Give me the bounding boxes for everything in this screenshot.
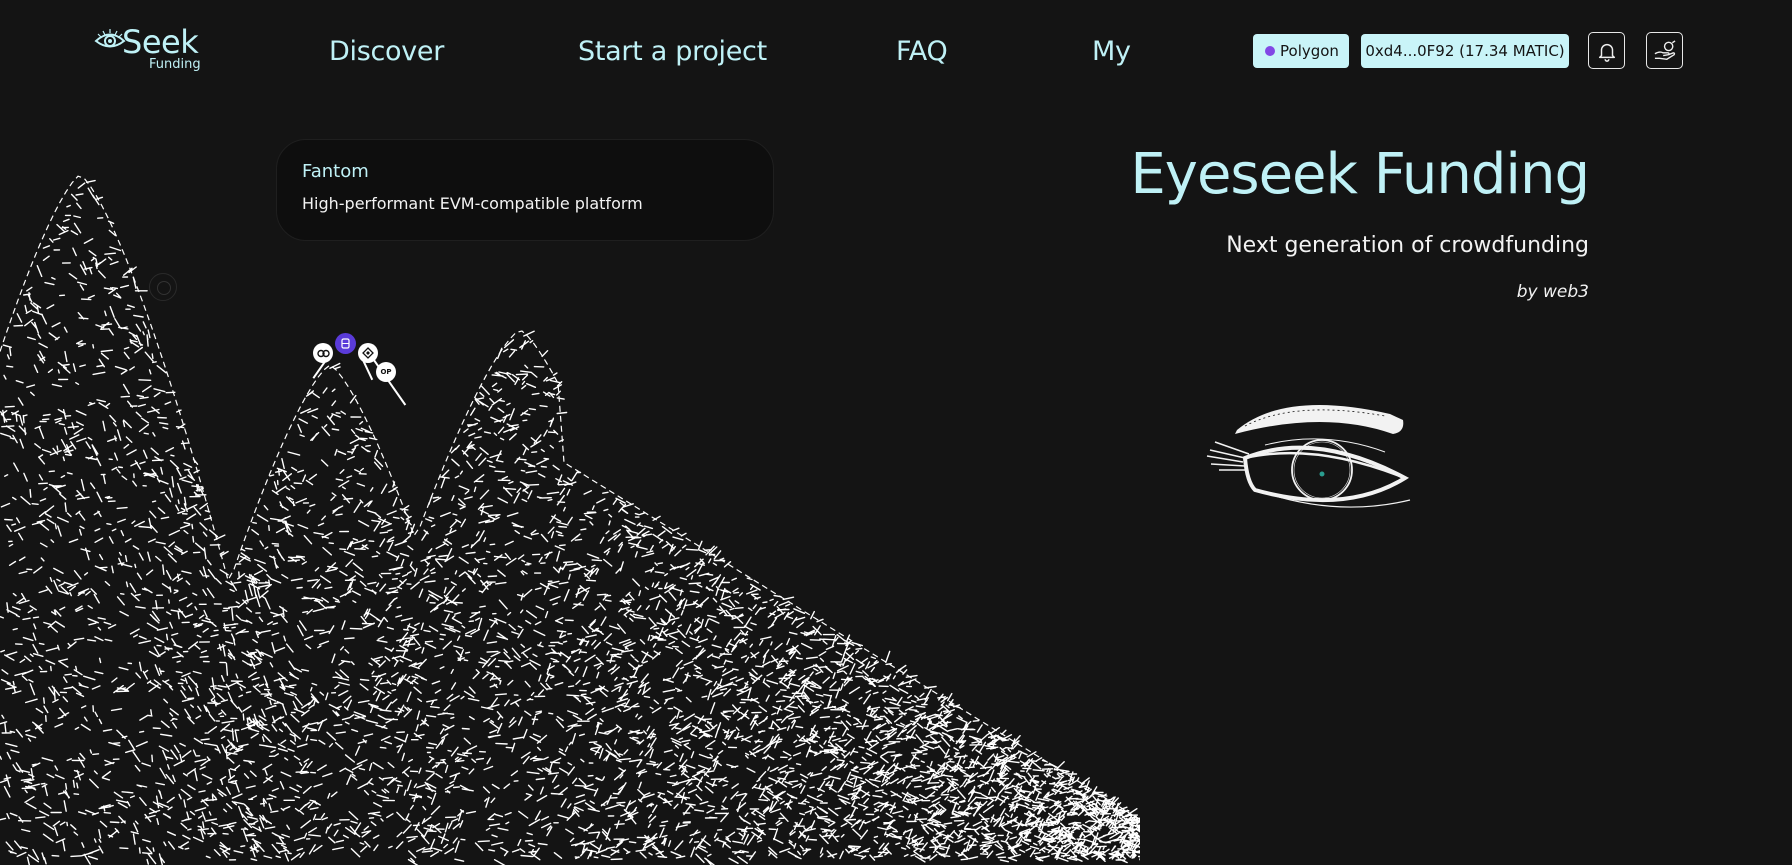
hero-byline: by web3	[1516, 282, 1589, 302]
polygon-icon	[1265, 46, 1275, 56]
logo-subtitle: Funding	[149, 57, 201, 72]
landing-page: Seek Funding Discover Start a project FA…	[0, 0, 1792, 865]
eyeseek-logo[interactable]: Seek Funding	[94, 24, 204, 76]
orbit-decoration	[149, 273, 177, 301]
network-selector-button[interactable]: Polygon	[1253, 34, 1349, 68]
network-label: Polygon	[1280, 42, 1339, 60]
optimism-label: OP	[380, 368, 392, 376]
wallet-label: 0xd4...0F92 (17.34 MATIC)	[1365, 42, 1565, 60]
hero-title: Eyeseek Funding	[1130, 142, 1590, 207]
wallet-button[interactable]: 0xd4...0F92 (17.34 MATIC)	[1361, 34, 1569, 68]
notifications-button[interactable]	[1588, 32, 1625, 69]
eye-illustration	[1206, 405, 1411, 508]
card-title: Fantom	[302, 161, 369, 182]
hero-subtitle: Next generation of crowdfunding	[1226, 233, 1589, 258]
bell-icon	[1598, 43, 1615, 62]
binance-icon[interactable]	[358, 343, 378, 363]
nav-faq[interactable]: FAQ	[896, 32, 948, 72]
hand-coin-icon	[1654, 39, 1675, 60]
chain-link-icon[interactable]	[313, 343, 333, 363]
optimism-icon[interactable]: OP	[376, 362, 396, 382]
fantom-icon[interactable]	[335, 333, 356, 354]
card-description: High-performant EVM-compatible platform	[302, 194, 643, 213]
chain-info-card: Fantom High-performant EVM-compatible pl…	[276, 139, 774, 241]
logo-word: Seek	[122, 23, 199, 61]
donations-button[interactable]	[1646, 32, 1683, 69]
nav-my[interactable]: My	[1092, 32, 1131, 72]
mountains-illustration	[0, 175, 1140, 865]
nav-start-project[interactable]: Start a project	[578, 32, 767, 72]
nav-discover[interactable]: Discover	[329, 32, 444, 72]
